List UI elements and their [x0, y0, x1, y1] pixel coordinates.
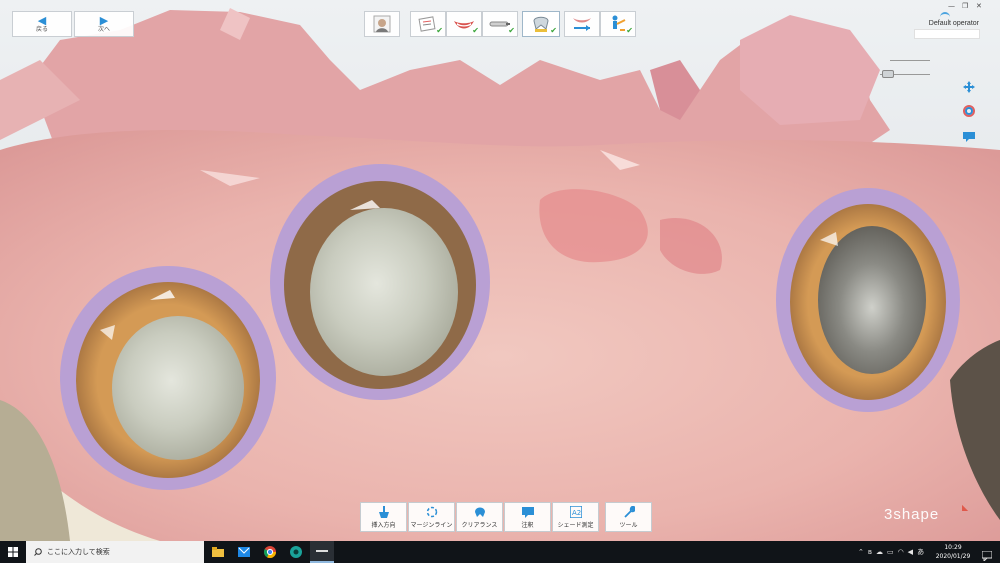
- check-icon: ✔: [508, 26, 515, 35]
- back-label: 戻る: [35, 25, 48, 33]
- ime-icon[interactable]: あ: [917, 547, 924, 557]
- svg-text:A2: A2: [572, 509, 581, 517]
- battery-icon[interactable]: ▭: [887, 548, 894, 556]
- workflow-step-smile[interactable]: ✔: [446, 11, 482, 37]
- system-tray: ⌃ ʙ ☁ ▭ ◠ ◀ あ: [858, 541, 924, 563]
- workflow-step-scan-tool[interactable]: ✔: [482, 11, 518, 37]
- tool-label: ツール: [619, 522, 638, 529]
- check-icon: ✔: [626, 26, 633, 35]
- brand-logo: 3shape: [884, 506, 940, 523]
- tool-shade[interactable]: A2 シェード測定: [552, 502, 599, 532]
- search-placeholder: ここに入力して検索: [47, 548, 110, 556]
- workflow-step-send[interactable]: ✔: [600, 11, 636, 37]
- wifi-status-icon: [940, 12, 950, 18]
- chevron-up-icon[interactable]: ⌃: [858, 548, 864, 556]
- chrome-icon[interactable]: [258, 541, 282, 563]
- arrow-right-icon: ▶: [99, 13, 109, 27]
- wifi-icon[interactable]: ◠: [898, 548, 904, 556]
- windows-logo-icon: [8, 547, 18, 557]
- mail-icon[interactable]: [232, 541, 256, 563]
- volume-icon[interactable]: ◀: [908, 548, 913, 556]
- insertion-direction-icon: [378, 506, 389, 518]
- workflow-step-design[interactable]: [564, 11, 600, 37]
- app-teal-icon[interactable]: [284, 541, 308, 563]
- tool-label: クリアランス: [461, 522, 498, 529]
- clock-date: 2020/01/29: [935, 553, 971, 560]
- workflow-step-scan[interactable]: ✔: [522, 11, 560, 37]
- tool-label: 挿入方向: [371, 522, 396, 529]
- workflow-step-patient[interactable]: [364, 11, 400, 37]
- tool-label: 注釈: [521, 522, 534, 529]
- start-button[interactable]: [0, 541, 26, 563]
- minimize-button[interactable]: —: [948, 2, 955, 10]
- next-button[interactable]: ▶ 次へ: [74, 11, 134, 37]
- search-icon: [34, 548, 42, 556]
- taskbar: ここに入力して検索 ⌃ ʙ ☁ ▭ ◠ ◀ あ 10:29 2020/01/29: [0, 541, 1000, 563]
- arrow-left-icon: ◀: [37, 13, 47, 27]
- file-explorer-icon[interactable]: [206, 541, 230, 563]
- shade-icon: A2: [569, 506, 582, 518]
- intraoral-scan-model[interactable]: [0, 0, 1000, 541]
- tool-insertion-direction[interactable]: 挿入方向: [360, 502, 407, 532]
- operator-label: Default operator: [928, 20, 979, 27]
- tool-clearance[interactable]: クリアランス: [456, 502, 503, 532]
- tool-tools[interactable]: ツール: [605, 502, 652, 532]
- tool-label: マージンライン: [410, 522, 453, 529]
- notification-icon[interactable]: [981, 546, 993, 563]
- check-icon: ✔: [436, 26, 443, 35]
- restore-button[interactable]: ❐: [962, 2, 968, 10]
- bluetooth-icon[interactable]: ʙ: [868, 548, 872, 556]
- patient-portrait-icon: [373, 15, 391, 33]
- workflow-step-order-form[interactable]: ✔: [410, 11, 446, 37]
- app-dark-icon[interactable]: [310, 541, 334, 563]
- bottom-toolbar: 挿入方向 マージンライン クリアランス 注釈 A2 シェード測定 ツール: [360, 502, 652, 532]
- taskbar-search[interactable]: ここに入力して検索: [26, 541, 204, 563]
- teeth-arrow-icon: [573, 18, 591, 31]
- check-icon: ✔: [550, 26, 557, 35]
- margin-line-icon: [426, 506, 437, 518]
- close-button[interactable]: ✕: [976, 2, 982, 10]
- taskbar-clock[interactable]: 10:29 2020/01/29: [930, 543, 976, 561]
- tool-note[interactable]: 注釈: [504, 502, 551, 532]
- scan-viewport[interactable]: [0, 0, 1000, 541]
- tool-label: シェード測定: [557, 522, 594, 529]
- order-form-icon: [418, 16, 436, 32]
- operator-field[interactable]: [914, 29, 980, 39]
- person-send-icon: [612, 15, 626, 31]
- check-icon: ✔: [472, 26, 479, 35]
- scanner-status-icon: [880, 60, 932, 82]
- wrench-icon: [623, 506, 635, 518]
- color-wheel-icon[interactable]: [962, 104, 976, 118]
- note-icon: [521, 507, 534, 518]
- cloud-icon[interactable]: ☁: [876, 548, 883, 556]
- tool-margin-line[interactable]: マージンライン: [408, 502, 455, 532]
- back-button[interactable]: ◀ 戻る: [12, 11, 72, 37]
- move-arrows-icon[interactable]: [962, 80, 976, 94]
- clearance-icon: [474, 507, 485, 517]
- clock-time: 10:29: [944, 544, 962, 551]
- comment-icon[interactable]: [962, 130, 976, 144]
- tooth-scan-icon: [533, 16, 549, 32]
- next-label: 次へ: [97, 25, 110, 33]
- brand-mark-icon: ◣: [962, 503, 969, 512]
